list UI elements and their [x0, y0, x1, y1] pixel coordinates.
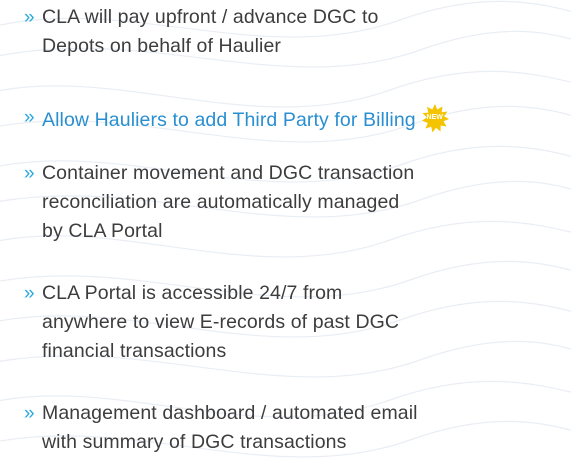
- list-item: » Management dashboard / automated email…: [24, 399, 418, 457]
- list-item-text: CLA will pay upfront / advance DGC to De…: [42, 3, 378, 61]
- new-badge-label: NEW: [426, 114, 443, 121]
- new-badge-icon: NEW: [420, 103, 450, 133]
- list-item-line: reconciliation are automatically managed: [42, 191, 400, 213]
- list-item-line: Container movement and DGC transaction: [42, 162, 415, 184]
- list-item-line: Depots on behalf of Haulier: [42, 35, 282, 57]
- list-item-line: Management dashboard / automated email: [42, 402, 418, 424]
- list-item-line: by CLA Portal: [42, 220, 163, 242]
- list-item-text: CLA Portal is accessible 24/7 from anywh…: [42, 279, 399, 366]
- list-item: » CLA Portal is accessible 24/7 from any…: [24, 279, 399, 366]
- list-item-line: Allow Hauliers to add Third Party for Bi…: [42, 109, 416, 131]
- list-item-text: Management dashboard / automated email w…: [42, 399, 418, 457]
- list-item: » Allow Hauliers to add Third Party for …: [24, 103, 450, 135]
- bullet-chevron-icon: »: [24, 283, 35, 304]
- list-item-text: Container movement and DGC transaction r…: [42, 159, 414, 246]
- list-item: » Container movement and DGC transaction…: [24, 159, 414, 246]
- list-item-line: CLA will pay upfront / advance DGC to: [42, 6, 379, 28]
- bullet-chevron-icon: »: [24, 163, 35, 184]
- bullet-chevron-icon: »: [24, 107, 35, 128]
- list-item-line: CLA Portal is accessible 24/7 from: [42, 282, 343, 304]
- bullet-chevron-icon: »: [24, 7, 35, 28]
- list-item-line: financial transactions: [42, 340, 227, 362]
- bullet-chevron-icon: »: [24, 403, 35, 424]
- list-item: » CLA will pay upfront / advance DGC to …: [24, 3, 378, 61]
- list-item-line: anywhere to view E-records of past DGC: [42, 311, 400, 333]
- list-item-line: with summary of DGC transactions: [42, 431, 347, 453]
- list-item-text-highlight: Allow Hauliers to add Third Party for Bi…: [42, 103, 450, 135]
